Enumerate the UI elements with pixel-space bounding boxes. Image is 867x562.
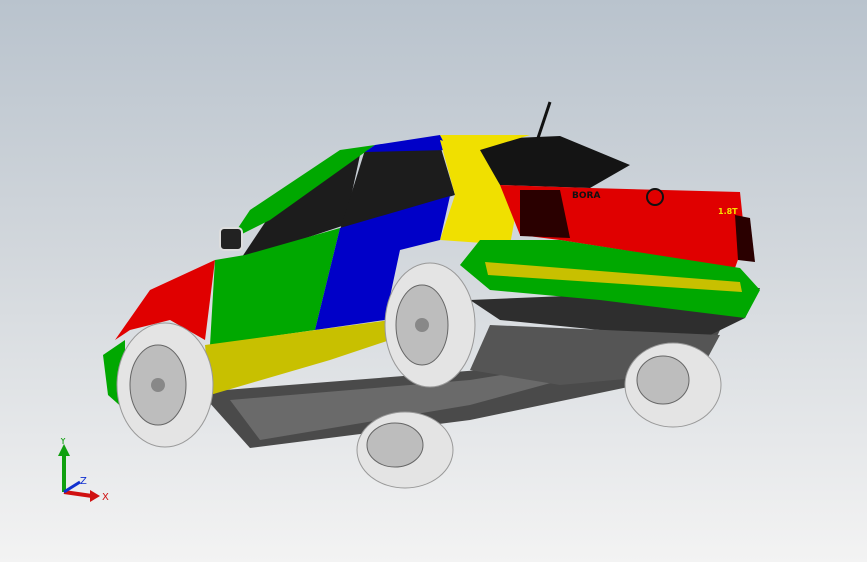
right-tail-light [735, 215, 755, 262]
coordinate-triad: Y Z X [58, 438, 109, 503]
rear-badge-text: BORA [572, 191, 600, 201]
rear-left-wheel [384, 262, 476, 388]
rear-right-wheel [624, 342, 722, 428]
side-mirror [219, 227, 243, 251]
antenna [536, 101, 552, 139]
car-model-3d[interactable]: BORA 1.8T [0, 0, 867, 562]
front-left-wheel [116, 322, 214, 448]
y-axis-label: Y [59, 438, 67, 447]
trim-badge-text: 1.8T [718, 207, 738, 216]
x-axis-arrow [90, 490, 100, 502]
roof-blue-panel [365, 135, 448, 152]
z-axis-line [63, 480, 81, 494]
graphics-viewport[interactable]: BORA 1.8T Y Z X [0, 0, 867, 562]
x-axis-label: X [102, 492, 109, 503]
x-axis-line [63, 490, 93, 498]
z-axis-label: Z [80, 476, 87, 487]
front-right-wheel [356, 411, 454, 489]
